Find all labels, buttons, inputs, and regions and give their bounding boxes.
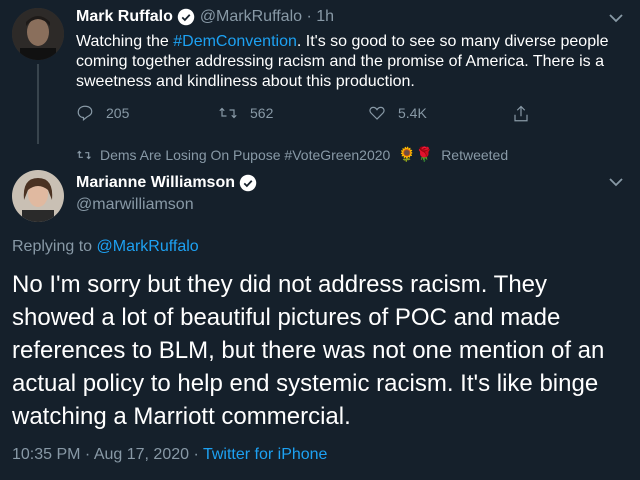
like-count: 5.4K [398,105,427,121]
heart-icon [369,106,385,120]
tweet1-text-part: Watching the [76,33,174,50]
retweeted-by-note[interactable]: Dems Are Losing On Pupose #VoteGreen2020… [76,146,508,163]
verified-badge-icon [178,8,195,26]
retweet-button[interactable]: 562 [218,104,273,122]
hashtag-link[interactable]: #DemConvention [173,33,297,50]
tweet2-meta: 10:35 PM · Aug 17, 2020 · Twitter for iP… [12,446,327,464]
tweet1-menu-chevron-down-icon[interactable] [606,8,626,28]
replying-to-line: Replying to @MarkRuffalo [12,238,199,256]
retweeter-name: Dems Are Losing On Pupose #VoteGreen2020 [100,146,391,163]
reply-count: 205 [106,105,130,121]
verified-badge-icon [240,174,257,192]
tweet1-handle[interactable]: @MarkRuffalo [200,8,302,25]
reply-button[interactable]: 205 [76,104,129,122]
mark-ruffalo-avatar[interactable] [12,8,64,60]
replying-to-link[interactable]: @MarkRuffalo [97,238,199,255]
tweet2-handle[interactable]: @marwilliamson [76,196,194,214]
tweet1-time[interactable]: · 1h [306,8,334,25]
avatar-image [12,170,64,222]
tweet1-author-name[interactable]: Mark Ruffalo [76,8,173,25]
avatar-image [12,8,64,60]
share-icon[interactable] [512,104,530,124]
tweet2-text: No I'm sorry but they did not address ra… [12,271,605,430]
tweet2-author-name[interactable]: Marianne Williamson [76,174,235,191]
thread-connector-line [37,64,39,144]
like-button[interactable]: 5.4K [368,104,427,122]
retweet-icon [219,107,237,119]
retweeter-emoji: 🌻🌹 [398,146,434,162]
tweet-source-link[interactable]: Twitter for iPhone [203,446,328,463]
tweet2-menu-chevron-down-icon[interactable] [606,172,626,192]
retweet-small-icon [77,150,91,159]
retweeted-label: Retweeted [441,146,509,163]
tweet1-text: Watching the #DemConvention. It's so goo… [76,32,616,92]
tweet2-author-name-row: Marianne Williamson [76,174,257,192]
retweet-count: 562 [250,105,274,121]
replying-to-prefix: Replying to [12,238,97,255]
tweet-timestamp[interactable]: 10:35 PM · Aug 17, 2020 · [12,446,203,463]
marianne-williamson-avatar[interactable] [12,170,64,222]
tweet1-header: Mark Ruffalo @MarkRuffalo · 1h [76,8,334,26]
reply-icon [77,105,93,121]
